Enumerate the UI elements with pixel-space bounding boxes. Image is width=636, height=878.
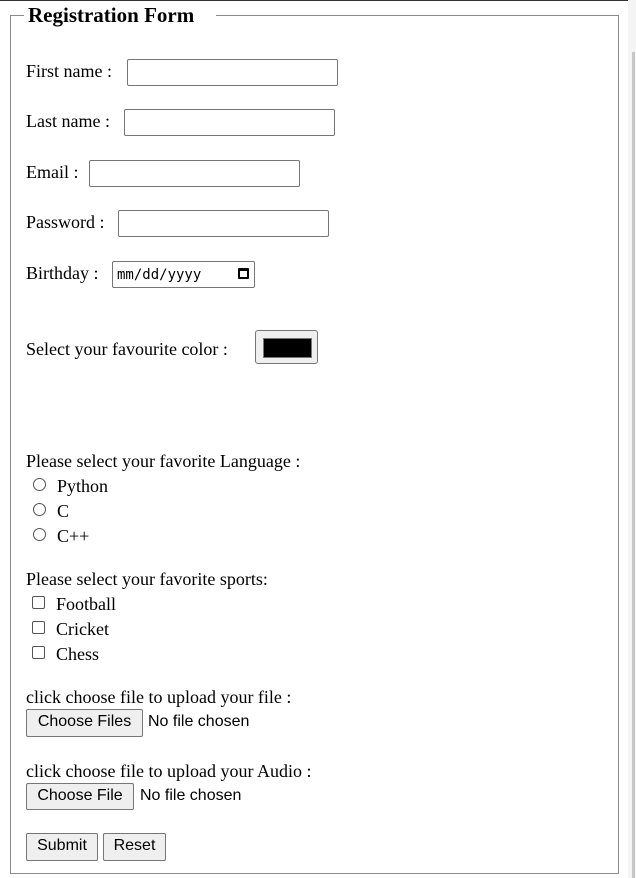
checkbox-chess[interactable] [32, 646, 45, 659]
choose-files-button[interactable]: Choose Files [26, 709, 143, 737]
language-label: Please select your favorite Language : [26, 451, 301, 471]
checkbox-cricket[interactable] [32, 621, 45, 634]
birthday-placeholder: mm/dd/yyyy [117, 267, 202, 283]
calendar-icon[interactable] [238, 268, 249, 279]
color-picker[interactable] [255, 330, 318, 364]
registration-fieldset [10, 15, 619, 874]
checkbox-label: Football [56, 594, 117, 614]
password-label: Password : [26, 212, 105, 232]
radio-label: C [57, 501, 70, 521]
last-name-input[interactable] [124, 109, 335, 136]
window-top-border [0, 0, 636, 1]
checkbox-label: Chess [56, 644, 100, 664]
color-swatch [263, 338, 312, 358]
file-upload-label: click choose file to upload your file : [26, 687, 292, 707]
file-status: No file chosen [148, 713, 250, 730]
birthday-label: Birthday : [26, 263, 99, 283]
email-input[interactable] [89, 160, 300, 187]
radio-cpp[interactable] [33, 528, 46, 541]
checkbox-football[interactable] [32, 596, 45, 609]
radio-c[interactable] [33, 503, 46, 516]
radio-label: Python [57, 476, 109, 496]
audio-status: No file chosen [140, 787, 242, 804]
scrollbar-thumb[interactable] [632, 52, 635, 878]
first-name-input[interactable] [127, 59, 338, 86]
radio-python[interactable] [33, 478, 46, 491]
fieldset-border [216, 15, 619, 16]
audio-upload-label: click choose file to upload your Audio : [26, 761, 312, 781]
email-label: Email : [26, 162, 79, 182]
reset-button[interactable]: Reset [103, 833, 166, 861]
radio-label: C++ [57, 526, 90, 546]
password-input[interactable] [118, 210, 329, 237]
form-legend: Registration Form [28, 3, 195, 27]
last-name-label: Last name : [26, 111, 110, 131]
birthday-input[interactable]: mm/dd/yyyy [112, 261, 255, 288]
fieldset-border [10, 15, 24, 16]
submit-button[interactable]: Submit [26, 833, 98, 861]
choose-audio-button[interactable]: Choose File [26, 783, 134, 810]
first-name-label: First name : [26, 61, 112, 81]
color-label: Select your favourite color : [26, 339, 228, 359]
checkbox-label: Cricket [56, 619, 109, 639]
sports-label: Please select your favorite sports: [26, 569, 268, 589]
